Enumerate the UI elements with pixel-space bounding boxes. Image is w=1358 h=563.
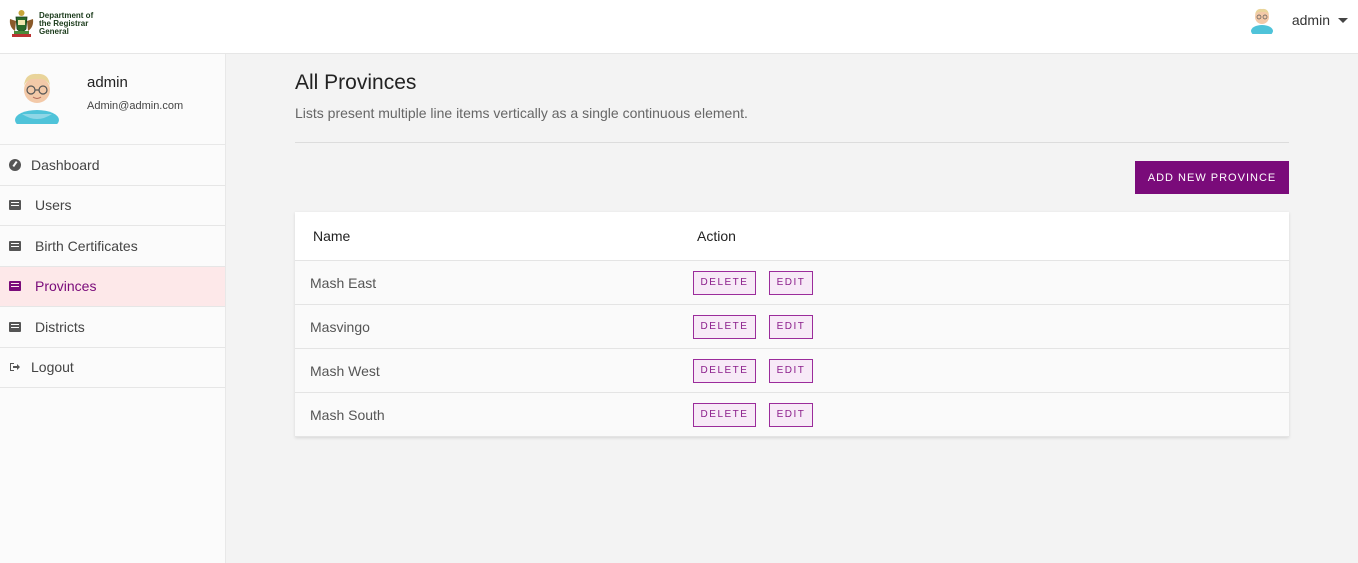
profile-email: Admin@admin.com [87,100,184,112]
column-header-name: Name [313,228,351,244]
row-actions: DELETE EDIT [693,402,813,427]
list-icon [9,199,21,211]
sidebar-item-logout[interactable]: Logout [0,348,225,388]
province-name: Mash East [310,274,377,291]
page-subtitle: Lists present multiple line items vertic… [295,105,748,121]
brand-name: Department of the Registrar General [39,12,109,36]
edit-button[interactable]: EDIT [769,270,813,295]
list-icon [9,321,21,333]
sidebar-item-label: Districts [35,318,85,335]
sidebar: admin Admin@admin.com Dashboard Users Bi… [0,54,226,563]
edit-button[interactable]: EDIT [769,402,813,427]
coat-of-arms-icon [9,10,34,37]
divider [295,142,1289,143]
delete-button[interactable]: DELETE [693,358,756,383]
province-name: Mash West [310,362,380,379]
row-actions: DELETE EDIT [693,270,813,295]
header-username: admin [1291,12,1330,28]
column-header-action: Action [697,228,736,244]
sidebar-item-dashboard[interactable]: Dashboard [0,145,225,186]
sidebar-item-label: Logout [31,359,74,376]
brand-logo[interactable]: Department of the Registrar General [8,9,109,39]
table-header: Name Action [295,212,1289,261]
dashboard-icon [9,158,21,171]
user-dropdown[interactable]: admin [1248,6,1348,34]
province-name: Mash South [310,406,385,423]
delete-button[interactable]: DELETE [693,270,756,295]
logout-icon [9,361,21,373]
table-row: Mash East DELETE EDIT [295,261,1289,305]
sidebar-item-provinces[interactable]: Provinces [0,266,225,307]
sidebar-item-label: Birth Certificates [35,237,138,254]
list-icon [9,240,21,252]
sidebar-item-districts[interactable]: Districts [0,307,225,348]
table-row: Mash West DELETE EDIT [295,349,1289,393]
avatar [1250,8,1273,34]
row-actions: DELETE EDIT [693,314,813,339]
sidebar-item-label: Dashboard [31,156,100,173]
sidebar-item-birth-certificates[interactable]: Birth Certificates [0,226,225,267]
delete-button[interactable]: DELETE [693,314,756,339]
add-new-province-button[interactable]: ADD NEW PROVINCE [1135,161,1289,194]
sidebar-item-label: Provinces [35,278,97,295]
sidebar-profile: admin Admin@admin.com [0,54,225,145]
row-actions: DELETE EDIT [693,358,813,383]
avatar [15,73,59,124]
chevron-down-icon [1338,17,1348,23]
edit-button[interactable]: EDIT [769,358,813,383]
page-title: All Provinces [295,71,417,94]
delete-button[interactable]: DELETE [693,402,756,427]
edit-button[interactable]: EDIT [769,314,813,339]
brand-line-3: General [39,27,69,36]
sidebar-item-label: Users [35,197,72,214]
table-row: Mash South DELETE EDIT [295,393,1289,437]
list-icon [9,280,21,292]
provinces-table: Name Action Mash East DELETE EDIT Masvin… [295,212,1289,437]
table-row: Masvingo DELETE EDIT [295,305,1289,349]
top-navbar: Department of the Registrar General admi… [0,0,1358,54]
province-name: Masvingo [310,318,370,335]
sidebar-item-users[interactable]: Users [0,186,225,226]
profile-name: admin [87,74,128,91]
